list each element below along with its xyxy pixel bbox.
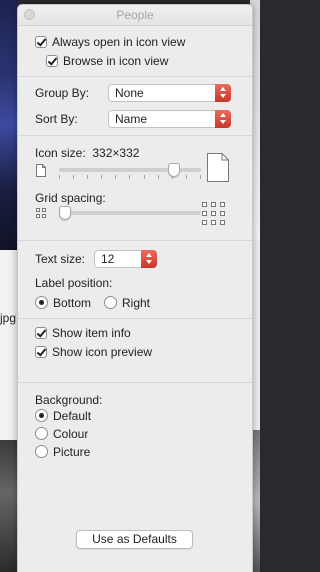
background-filename-label: jpg xyxy=(0,311,17,325)
icon-size-slider-thumb[interactable] xyxy=(168,163,181,177)
grid-spacing-slider-track[interactable] xyxy=(59,211,201,215)
icon-size-label: Icon size: 332×332 xyxy=(35,146,139,160)
sort-by-value: Name xyxy=(115,112,148,126)
large-document-icon xyxy=(207,153,229,182)
radio-unselected-icon[interactable] xyxy=(35,427,48,440)
divider xyxy=(18,240,252,241)
radio-selected-icon[interactable] xyxy=(35,296,48,309)
small-document-icon xyxy=(36,164,46,177)
show-item-info-label: Show item info xyxy=(52,326,131,340)
checkbox-checked-icon[interactable] xyxy=(35,36,47,48)
label-position-right-radio[interactable]: Right xyxy=(104,296,150,310)
label-position-right-label: Right xyxy=(122,296,151,310)
checkbox-checked-icon[interactable] xyxy=(46,55,58,67)
always-open-icon-view-label: Always open in icon view xyxy=(52,35,186,49)
browse-icon-view-checkbox[interactable]: Browse in icon view xyxy=(46,54,168,68)
icon-size-slider-ticks xyxy=(59,175,201,179)
grid-spacing-slider-thumb[interactable] xyxy=(59,206,71,220)
background-default-label: Default xyxy=(53,409,92,423)
popup-arrows-icon xyxy=(215,84,231,102)
view-options-panel: People Always open in icon view Browse i… xyxy=(17,4,253,572)
wide-grid-icon xyxy=(202,202,225,225)
radio-unselected-icon[interactable] xyxy=(104,296,117,309)
divider xyxy=(18,382,252,383)
icon-size-value: 332×332 xyxy=(92,146,140,160)
always-open-icon-view-checkbox[interactable]: Always open in icon view xyxy=(35,35,185,49)
show-icon-preview-label: Show icon preview xyxy=(52,345,153,359)
popup-arrows-icon xyxy=(215,110,231,128)
group-by-select[interactable]: None xyxy=(108,84,231,102)
background-picture-radio[interactable]: Picture xyxy=(35,445,90,459)
icon-size-label-text: Icon size: xyxy=(35,146,86,160)
background-label: Background: xyxy=(35,393,103,407)
background-picture-label: Picture xyxy=(53,445,91,459)
popup-arrows-icon xyxy=(141,250,157,268)
checkbox-checked-icon[interactable] xyxy=(35,346,47,358)
radio-unselected-icon[interactable] xyxy=(35,445,48,458)
background-thumbnail-top xyxy=(0,0,17,250)
grid-spacing-label: Grid spacing: xyxy=(35,191,106,205)
background-colour-label: Colour xyxy=(53,427,89,441)
background-thumbnail-bottom xyxy=(0,440,17,572)
divider xyxy=(18,318,252,319)
divider xyxy=(18,135,252,136)
show-icon-preview-checkbox[interactable]: Show icon preview xyxy=(35,345,152,359)
text-size-value: 12 xyxy=(101,252,115,266)
sort-by-select[interactable]: Name xyxy=(108,110,231,128)
group-by-value: None xyxy=(115,86,144,100)
group-by-label: Group By: xyxy=(35,86,90,100)
background-default-radio[interactable]: Default xyxy=(35,409,91,423)
checkbox-checked-icon[interactable] xyxy=(35,327,47,339)
browse-icon-view-label: Browse in icon view xyxy=(63,54,169,68)
text-size-label: Text size: xyxy=(35,252,86,266)
title-bar[interactable]: People xyxy=(18,5,252,26)
background-colour-radio[interactable]: Colour xyxy=(35,427,88,441)
sort-by-label: Sort By: xyxy=(35,112,78,126)
background-window-left: jpg xyxy=(0,0,17,572)
radio-selected-icon[interactable] xyxy=(35,409,48,422)
tight-grid-icon xyxy=(36,208,46,218)
divider xyxy=(18,76,252,77)
label-position-label: Label position: xyxy=(35,276,113,290)
label-position-bottom-radio[interactable]: Bottom xyxy=(35,296,91,310)
text-size-select[interactable]: 12 xyxy=(94,250,157,268)
window-title: People xyxy=(116,8,154,22)
show-item-info-checkbox[interactable]: Show item info xyxy=(35,326,131,340)
use-as-defaults-button[interactable]: Use as Defaults xyxy=(76,530,193,549)
label-position-bottom-label: Bottom xyxy=(53,296,92,310)
